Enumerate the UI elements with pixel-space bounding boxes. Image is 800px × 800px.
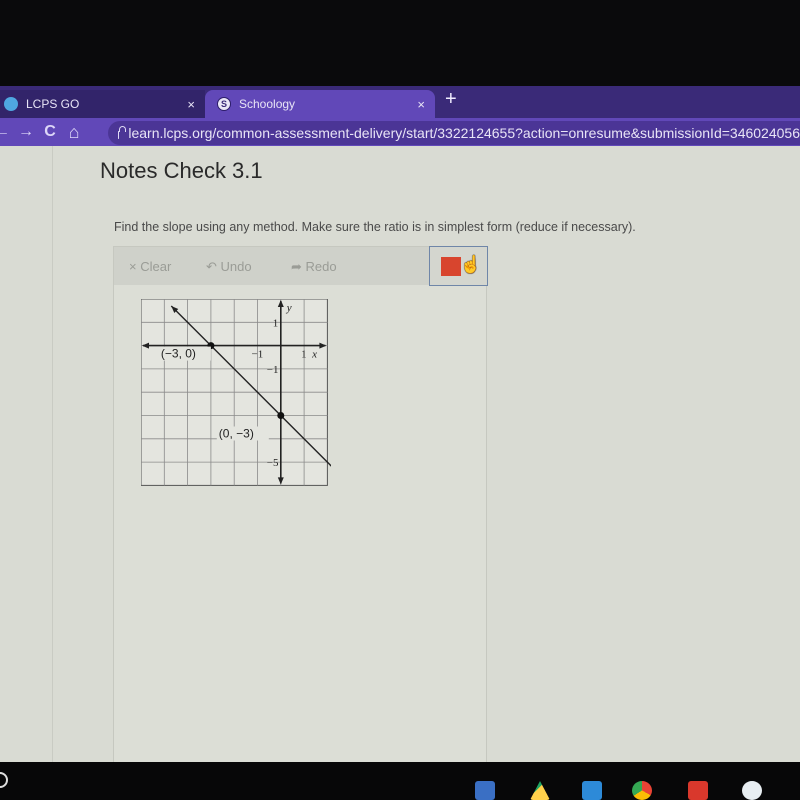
y-tick-label: −5	[267, 457, 279, 469]
tab-lcps-go[interactable]: LCPS GO ×	[0, 90, 205, 118]
close-icon[interactable]: ×	[187, 97, 195, 112]
youtube-icon[interactable]	[688, 781, 708, 800]
google-drive-icon[interactable]	[530, 781, 550, 800]
data-point	[277, 412, 285, 419]
point-label: (−3, 0)	[161, 347, 196, 361]
reload-icon[interactable]: C	[38, 123, 62, 141]
y-axis-label: y	[286, 302, 292, 314]
tab-label: Schoology	[239, 97, 296, 111]
coordinate-graph: x y −1 1 1 −1 −5 (−3, 0) (0, −3)	[141, 299, 331, 486]
x-tick-label: −1	[252, 349, 264, 361]
y-tick-label: −1	[267, 364, 279, 376]
os-shelf	[0, 762, 800, 800]
url-text: learn.lcps.org/common-assessment-deliver…	[128, 125, 800, 141]
home-icon[interactable]: ⌂	[62, 122, 86, 143]
classroom-icon[interactable]	[582, 781, 602, 800]
lcps-go-icon[interactable]	[475, 781, 495, 800]
launcher-icon[interactable]	[0, 772, 8, 788]
close-icon[interactable]: ×	[417, 97, 425, 112]
cloud-icon	[4, 97, 18, 111]
question-prompt: Find the slope using any method. Make su…	[114, 220, 636, 234]
hand-cursor-icon: ☝	[460, 255, 482, 274]
tab-strip: LCPS GO × S Schoology ×	[0, 86, 800, 118]
divider	[52, 146, 53, 762]
x-axis-label: x	[311, 349, 317, 361]
schoology-icon: S	[217, 97, 231, 111]
page-content: Notes Check 3.1 Find the slope using any…	[0, 146, 800, 790]
new-tab-button[interactable]: +	[445, 88, 457, 111]
point-label: (0, −3)	[219, 427, 254, 441]
play-store-icon[interactable]	[742, 781, 762, 800]
redo-button[interactable]: ➦ Redo	[291, 259, 337, 275]
y-tick-label: 1	[273, 317, 279, 329]
page-title: Notes Check 3.1	[100, 158, 263, 183]
back-icon[interactable]: ←	[0, 123, 14, 141]
tab-label: LCPS GO	[26, 97, 80, 111]
drawing-workspace[interactable]: × Clear ↶ Undo ➦ Redo ☝ x y −1 1 1 −1 −5 (−3, 0…	[113, 246, 488, 790]
chrome-icon[interactable]	[632, 781, 652, 800]
address-bar[interactable]: learn.lcps.org/common-assessment-deliver…	[108, 121, 800, 145]
color-swatch	[441, 257, 461, 276]
clear-button[interactable]: × Clear	[129, 259, 171, 274]
undo-button[interactable]: ↶ Undo	[206, 259, 252, 275]
x-tick-label: 1	[301, 349, 307, 361]
tab-schoology[interactable]: S Schoology ×	[205, 90, 435, 118]
color-picker-button[interactable]: ☝	[429, 246, 488, 286]
screen-bezel	[0, 0, 800, 88]
forward-icon[interactable]: →	[14, 123, 38, 141]
